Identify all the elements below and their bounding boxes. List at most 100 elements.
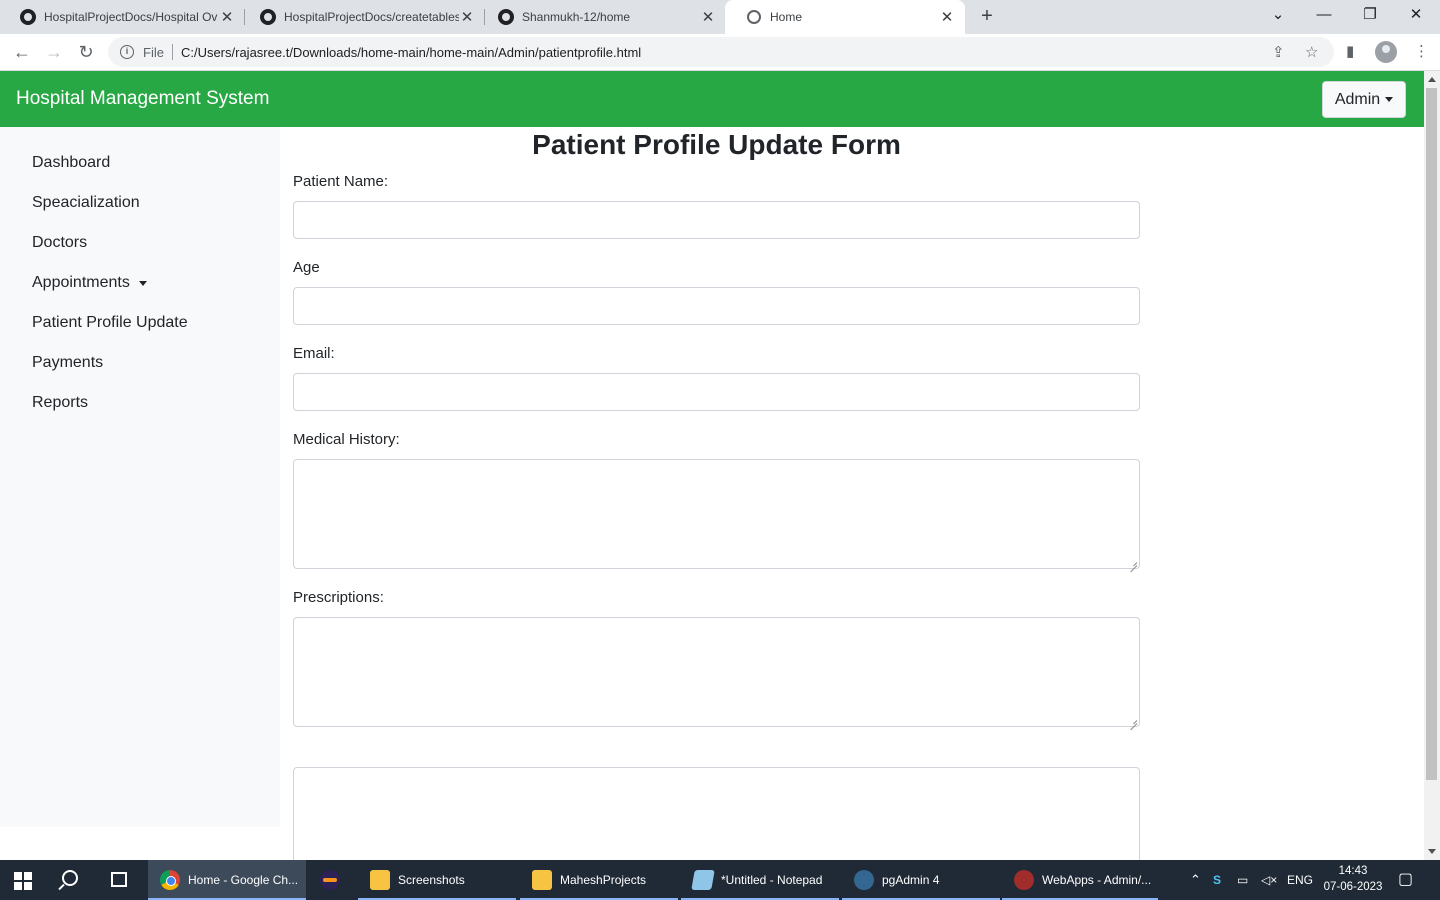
taskbar-item-chrome[interactable]: Home - Google Ch...	[148, 860, 306, 900]
address-bar[interactable]: i File C:/Users/rajasree.t/Downloads/hom…	[108, 37, 1334, 67]
medical-history-label: Medical History:	[293, 431, 400, 448]
close-icon[interactable]: ✕	[459, 8, 475, 26]
github-icon	[260, 9, 276, 25]
sidebar-item-label: Appointments	[32, 274, 130, 291]
search-icon[interactable]	[62, 870, 78, 886]
chrome-icon	[160, 870, 180, 890]
chevron-up-icon[interactable]: ⌃	[1190, 860, 1201, 900]
page-viewport: Hospital Management System Admin Dashboa…	[0, 71, 1424, 860]
taskbar-item-eclipse[interactable]	[308, 860, 354, 900]
sidebar-item-dashboard[interactable]: Dashboard	[32, 154, 110, 172]
forward-button[interactable]: →	[40, 38, 68, 66]
taskbar-item-label: *Untitled - Notepad	[721, 873, 823, 887]
globe-icon	[747, 10, 761, 24]
taskbar-item-label: WebApps - Admin/...	[1042, 873, 1152, 887]
scroll-thumb[interactable]	[1426, 88, 1437, 780]
site-info-icon[interactable]: i	[120, 45, 134, 59]
scheme-label: File	[143, 44, 164, 60]
system-clock[interactable]: 14:43 07-06-2023	[1318, 863, 1388, 895]
resize-handle-icon[interactable]	[1129, 558, 1137, 566]
taskbar-item-notepad[interactable]: *Untitled - Notepad	[681, 860, 839, 900]
language-indicator[interactable]: ENG	[1287, 860, 1313, 900]
age-label: Age	[293, 259, 320, 276]
scroll-up-arrow-icon[interactable]	[1428, 77, 1436, 82]
tab-title: Home	[770, 10, 803, 24]
taskbar-item-pgadmin[interactable]: pgAdmin 4	[842, 860, 1000, 900]
additional-textarea[interactable]	[293, 767, 1140, 860]
top-navbar: Hospital Management System Admin	[0, 71, 1424, 127]
browser-menu-icon[interactable]: ⋮	[1414, 42, 1429, 60]
minimize-button[interactable]: —	[1301, 0, 1347, 34]
github-icon	[20, 9, 36, 25]
network-icon[interactable]: ▭	[1237, 860, 1248, 900]
folder-icon	[532, 870, 552, 890]
tab-title: Shanmukh-12/home	[522, 10, 631, 24]
back-button[interactable]: ←	[8, 38, 36, 66]
taskbar-item-label: MaheshProjects	[560, 873, 647, 887]
github-icon	[498, 9, 514, 25]
window-close-button[interactable]: ✕	[1393, 0, 1439, 34]
scroll-down-arrow-icon[interactable]	[1428, 849, 1436, 854]
sidebar-item-doctors[interactable]: Doctors	[32, 234, 87, 252]
browser-tabstrip: HospitalProjectDocs/Hospital Ov ✕ Hospit…	[0, 0, 1440, 34]
clock-time: 14:43	[1338, 865, 1368, 877]
url-text[interactable]: C:/Users/rajasree.t/Downloads/home-main/…	[181, 45, 641, 60]
sidebar-item-reports[interactable]: Reports	[32, 394, 88, 412]
page-scrollbar[interactable]	[1424, 71, 1440, 860]
browser-tab-1[interactable]: HospitalProjectDocs/Hospital Ov ✕	[0, 0, 245, 34]
close-icon[interactable]: ✕	[219, 8, 235, 26]
email-input[interactable]	[293, 373, 1140, 411]
sidebar-item-label: Speacialization	[32, 194, 140, 211]
patient-name-label: Patient Name:	[293, 173, 389, 190]
sidebar-item-label: Doctors	[32, 234, 88, 251]
taskbar-item-webapps[interactable]: WebApps - Admin/...	[1002, 860, 1158, 900]
clock-date: 07-06-2023	[1323, 881, 1383, 893]
pgadmin-icon	[854, 870, 874, 890]
caret-down-icon	[1385, 97, 1394, 102]
profile-avatar-icon[interactable]	[1375, 41, 1397, 63]
side-panel-icon[interactable]: ▮	[1346, 42, 1354, 60]
notification-icon[interactable]: ▢	[1398, 860, 1413, 900]
browser-tab-2[interactable]: HospitalProjectDocs/createtables ✕	[240, 0, 485, 34]
taskbar-item-maheshprojects[interactable]: MaheshProjects	[520, 860, 678, 900]
brand-title[interactable]: Hospital Management System	[16, 88, 269, 110]
new-tab-button[interactable]: +	[975, 4, 999, 28]
browser-toolbar: ← → ↻ i File C:/Users/rajasree.t/Downloa…	[0, 34, 1440, 71]
email-label: Email:	[293, 345, 335, 362]
sidebar-item-payments[interactable]: Payments	[32, 354, 103, 372]
bookmark-star-icon[interactable]: ☆	[1305, 43, 1318, 61]
resize-handle-icon[interactable]	[1129, 716, 1137, 724]
taskbar-item-label: Home - Google Ch...	[188, 873, 299, 887]
sidebar-item-specialization[interactable]: Speacialization	[32, 194, 140, 212]
volume-muted-icon[interactable]: ◁×	[1261, 860, 1277, 900]
restore-button[interactable]: ❐	[1347, 0, 1393, 34]
browser-tab-3[interactable]: Shanmukh-12/home ✕	[478, 0, 726, 34]
share-icon[interactable]: ⇪	[1272, 43, 1285, 61]
windows-start-icon[interactable]	[14, 872, 32, 890]
notepad-icon	[691, 870, 715, 890]
sidebar: Dashboard Speacialization Doctors Appoin…	[0, 127, 280, 827]
taskbar-item-screenshots[interactable]: Screenshots	[358, 860, 516, 900]
divider	[171, 44, 173, 60]
windows-taskbar: Home - Google Ch... Screenshots MaheshPr…	[0, 860, 1440, 900]
caret-down-icon	[138, 280, 147, 286]
browser-tab-active[interactable]: Home ✕	[725, 0, 965, 34]
sidebar-item-patient-profile-update[interactable]: Patient Profile Update	[32, 314, 188, 332]
taskbar-item-label: Screenshots	[398, 873, 465, 887]
patient-name-input[interactable]	[293, 201, 1140, 239]
tab-search-icon[interactable]: ⌄	[1255, 0, 1301, 34]
admin-label: Admin	[1334, 90, 1381, 108]
prescriptions-textarea[interactable]	[293, 617, 1140, 727]
eclipse-icon	[320, 870, 340, 890]
age-input[interactable]	[293, 287, 1140, 325]
sidebar-item-appointments[interactable]: Appointments	[32, 274, 147, 292]
task-view-icon[interactable]	[111, 872, 127, 887]
admin-dropdown-button[interactable]: Admin	[1322, 81, 1406, 118]
sidebar-item-label: Reports	[32, 394, 89, 411]
medical-history-textarea[interactable]	[293, 459, 1140, 569]
reload-button[interactable]: ↻	[72, 38, 100, 66]
close-icon[interactable]: ✕	[939, 8, 955, 26]
close-icon[interactable]: ✕	[700, 8, 716, 26]
sidebar-item-label: Patient Profile Update	[32, 314, 188, 331]
skype-icon[interactable]: S	[1213, 860, 1221, 900]
